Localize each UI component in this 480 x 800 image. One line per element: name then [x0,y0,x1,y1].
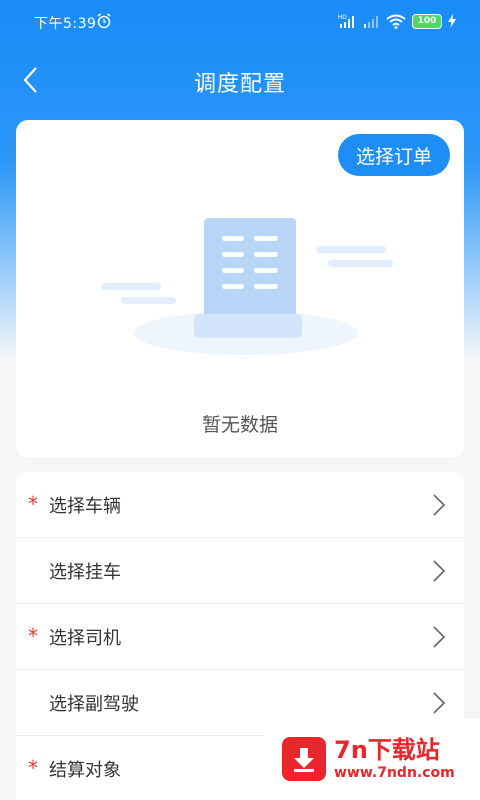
row-select-trailer[interactable]: 选择挂车 [16,538,464,604]
watermark: 7n下载站 www.7ndn.com [264,718,480,800]
chevron-right-icon [433,692,446,714]
required-mark: * [28,624,38,648]
select-order-button[interactable]: 选择订单 [338,134,450,176]
watermark-url: www.7ndn.com [334,765,455,781]
row-select-driver[interactable]: * 选择司机 [16,604,464,670]
status-time: 下午5:39 [34,16,97,32]
chevron-right-icon [433,560,446,582]
row-label: 选择司机 [49,627,121,649]
empty-state-text: 暂无数据 [201,414,278,436]
required-mark: * [28,756,38,780]
battery-level: 100 [417,16,437,26]
required-mark: * [28,492,38,516]
battery-indicator: 100 [412,13,442,29]
wifi-icon [386,14,406,29]
empty-document-icon [101,218,393,355]
row-select-vehicle[interactable]: * 选择车辆 [16,472,464,538]
status-icons: HD 100 [338,11,456,31]
row-label: 选择副驾驶 [49,693,139,715]
watermark-title: 7n下载站 [334,736,440,764]
status-bar: 下午5:39 HD 100 [0,0,480,44]
download-logo-icon [282,737,326,781]
charging-icon [448,14,456,28]
signal-hd-icon: HD [338,15,354,28]
chevron-right-icon [433,626,446,648]
row-label: 结算对象 [49,759,121,781]
signal-icon [364,16,378,28]
nav-bar: 调度配置 [0,44,480,116]
alarm-icon [97,13,111,29]
page-title: 调度配置 [193,72,286,97]
row-label: 选择挂车 [49,561,121,583]
order-card: 选择订单 暂无数据 [16,120,464,458]
chevron-right-icon [433,494,446,516]
svg-text:HD: HD [338,15,347,21]
row-label: 选择车辆 [49,495,121,517]
